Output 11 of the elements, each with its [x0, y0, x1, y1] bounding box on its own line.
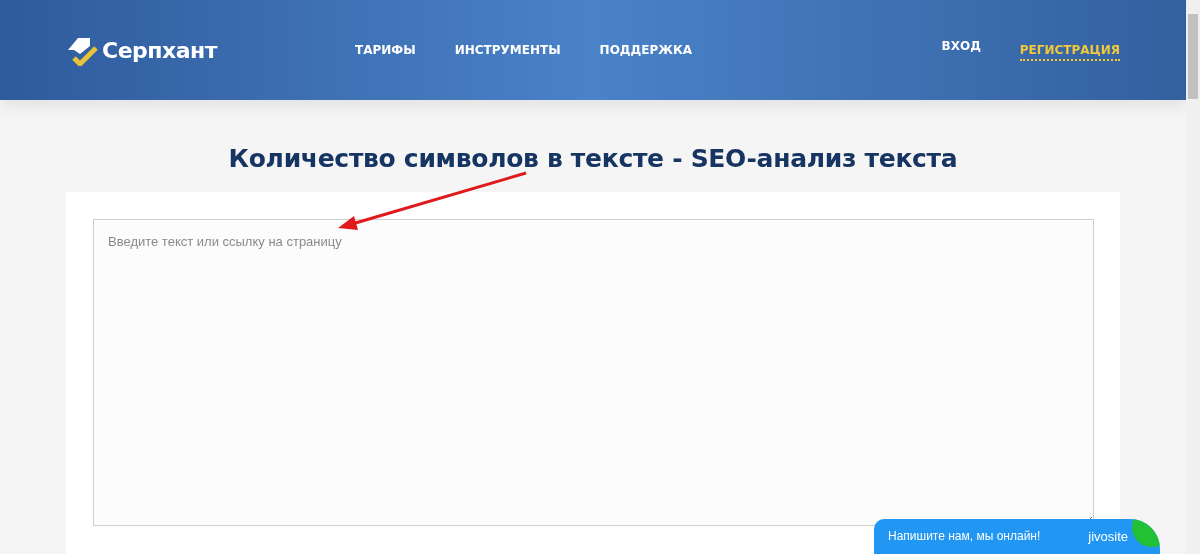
nav-link[interactable]: ПОДДЕРЖКА — [599, 43, 692, 57]
page-title: Количество символов в тексте - SEO-анализ текста — [227, 143, 959, 175]
nav-link[interactable]: ВХОД — [941, 39, 981, 61]
chat-message: Напишите нам, мы онлайн! — [888, 529, 1042, 543]
chat-brand: jivosite — [1088, 529, 1128, 544]
logo-text[interactable]: Серпхант — [102, 37, 217, 63]
text-input-field[interactable]: Введите текст или ссылку на страницу — [93, 219, 1094, 526]
scrollbar[interactable] — [1186, 0, 1200, 554]
chat-widget[interactable]: Напишите нам, мы онлайн! jivosite — [874, 519, 1160, 554]
nav-link[interactable]: ИНСТРУМЕНТЫ — [454, 43, 561, 57]
nav-link[interactable]: ТАРИФЫ — [355, 43, 416, 57]
